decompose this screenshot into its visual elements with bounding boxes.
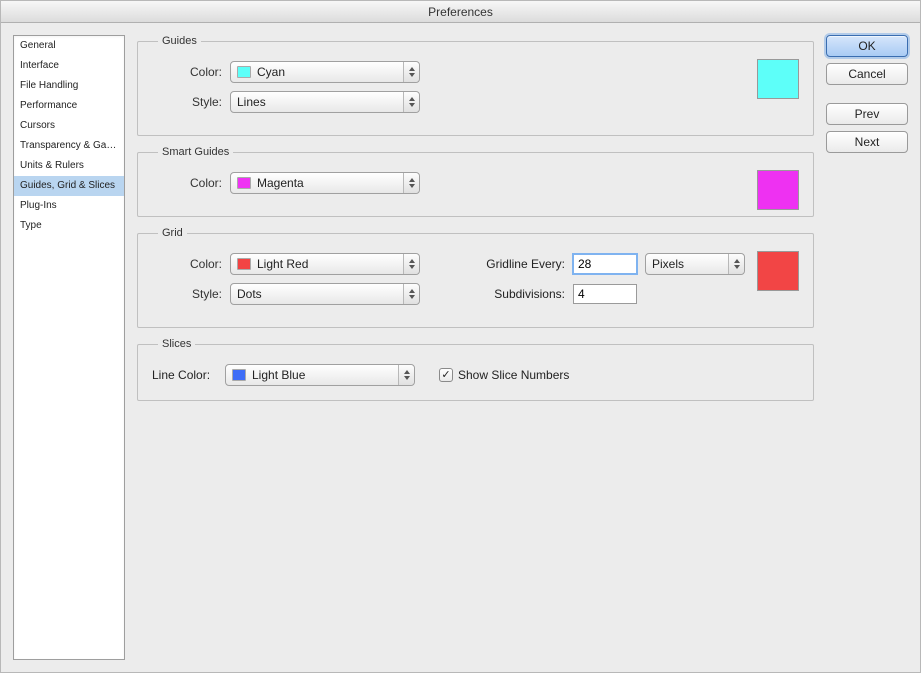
slices-legend: Slices bbox=[158, 338, 195, 350]
main-panel: Guides Color: Cyan Style: Lines bbox=[137, 35, 814, 660]
slices-group: Slices Line Color: Light Blue ✓ Show Sli… bbox=[137, 338, 814, 401]
sidebar-item[interactable]: Cursors bbox=[14, 116, 124, 136]
window-titlebar: Preferences bbox=[1, 1, 920, 23]
window-title: Preferences bbox=[428, 5, 493, 19]
sidebar-item[interactable]: File Handling bbox=[14, 76, 124, 96]
smart-guides-color-value: Magenta bbox=[257, 176, 399, 190]
slices-line-color-swatch bbox=[232, 369, 246, 381]
dropdown-arrows-icon bbox=[403, 92, 419, 112]
dropdown-arrows-icon bbox=[403, 284, 419, 304]
gridline-unit-dropdown[interactable]: Pixels bbox=[645, 253, 745, 275]
prev-button[interactable]: Prev bbox=[826, 103, 908, 125]
smart-guides-color-dropdown[interactable]: Magenta bbox=[230, 172, 420, 194]
dropdown-arrows-icon bbox=[398, 365, 414, 385]
guides-group: Guides Color: Cyan Style: Lines bbox=[137, 35, 814, 136]
guides-color-swatch bbox=[237, 66, 251, 78]
preferences-window: Preferences GeneralInterfaceFile Handlin… bbox=[0, 0, 921, 673]
sidebar-item[interactable]: Interface bbox=[14, 56, 124, 76]
slices-line-color-label: Line Color: bbox=[152, 368, 217, 382]
grid-color-swatch bbox=[237, 258, 251, 270]
grid-group: Grid Color: Light Red Gridline Every: Pi… bbox=[137, 227, 814, 328]
grid-color-value: Light Red bbox=[257, 257, 399, 271]
dropdown-arrows-icon bbox=[403, 62, 419, 82]
show-slice-numbers-checkbox[interactable]: ✓ Show Slice Numbers bbox=[439, 368, 569, 382]
sidebar-item[interactable]: Guides, Grid & Slices bbox=[14, 176, 124, 196]
smart-guides-preview-swatch[interactable] bbox=[757, 170, 799, 210]
guides-style-label: Style: bbox=[152, 95, 222, 109]
guides-color-value: Cyan bbox=[257, 65, 399, 79]
sidebar-item[interactable]: General bbox=[14, 36, 124, 56]
smart-guides-group: Smart Guides Color: Magenta bbox=[137, 146, 814, 217]
dropdown-arrows-icon bbox=[403, 254, 419, 274]
category-sidebar: GeneralInterfaceFile HandlingPerformance… bbox=[13, 35, 125, 660]
grid-style-label: Style: bbox=[152, 287, 222, 301]
dropdown-arrows-icon bbox=[728, 254, 744, 274]
sidebar-item[interactable]: Type bbox=[14, 216, 124, 236]
guides-color-label: Color: bbox=[152, 65, 222, 79]
slices-line-color-value: Light Blue bbox=[252, 368, 394, 382]
slices-line-color-dropdown[interactable]: Light Blue bbox=[225, 364, 415, 386]
smart-guides-color-swatch bbox=[237, 177, 251, 189]
grid-preview-swatch[interactable] bbox=[757, 251, 799, 291]
next-button[interactable]: Next bbox=[826, 131, 908, 153]
grid-color-label: Color: bbox=[152, 257, 222, 271]
gridline-every-input[interactable] bbox=[573, 254, 637, 274]
subdivisions-label: Subdivisions: bbox=[470, 287, 565, 301]
guides-preview-swatch[interactable] bbox=[757, 59, 799, 99]
sidebar-item[interactable]: Transparency & Gamut bbox=[14, 136, 124, 156]
grid-style-value: Dots bbox=[237, 287, 399, 301]
sidebar-item[interactable]: Plug-Ins bbox=[14, 196, 124, 216]
ok-button[interactable]: OK bbox=[826, 35, 908, 57]
smart-guides-color-label: Color: bbox=[152, 176, 222, 190]
grid-color-dropdown[interactable]: Light Red bbox=[230, 253, 420, 275]
guides-legend: Guides bbox=[158, 35, 201, 47]
sidebar-item[interactable]: Performance bbox=[14, 96, 124, 116]
smart-guides-legend: Smart Guides bbox=[158, 146, 233, 158]
dialog-buttons: OK Cancel Prev Next bbox=[826, 35, 908, 660]
guides-color-dropdown[interactable]: Cyan bbox=[230, 61, 420, 83]
grid-style-dropdown[interactable]: Dots bbox=[230, 283, 420, 305]
subdivisions-input[interactable] bbox=[573, 284, 637, 304]
show-slice-numbers-label: Show Slice Numbers bbox=[458, 368, 569, 382]
cancel-button[interactable]: Cancel bbox=[826, 63, 908, 85]
grid-legend: Grid bbox=[158, 227, 187, 239]
sidebar-item[interactable]: Units & Rulers bbox=[14, 156, 124, 176]
guides-style-value: Lines bbox=[237, 95, 399, 109]
guides-style-dropdown[interactable]: Lines bbox=[230, 91, 420, 113]
checkbox-icon: ✓ bbox=[439, 368, 453, 382]
gridline-every-label: Gridline Every: bbox=[470, 257, 565, 271]
dropdown-arrows-icon bbox=[403, 173, 419, 193]
gridline-unit-value: Pixels bbox=[652, 257, 724, 271]
